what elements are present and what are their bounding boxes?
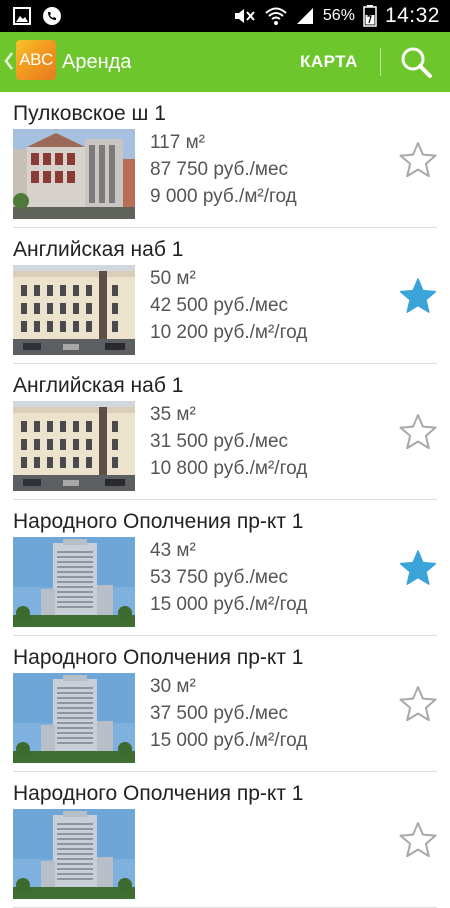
clock: 14:32 xyxy=(384,4,440,27)
star-outline-icon[interactable] xyxy=(398,684,438,724)
star-filled-icon[interactable] xyxy=(398,548,438,588)
star-outline-icon[interactable] xyxy=(398,820,438,860)
action-bar: ABC Аренда КАРТА xyxy=(0,32,450,92)
listing-area: 50 м² xyxy=(150,268,196,289)
listing-price-sqm-year: 10 200 руб./м²/год xyxy=(150,322,308,343)
listing-title: Народного Ополчения пр-кт 1 xyxy=(13,782,304,805)
app-logo[interactable]: ABC xyxy=(16,40,56,80)
gallery-icon xyxy=(13,7,31,25)
battery-icon xyxy=(363,5,377,27)
listing-title: Народного Ополчения пр-кт 1 xyxy=(13,510,304,533)
listing-title: Английская наб 1 xyxy=(13,238,184,261)
mute-icon xyxy=(234,9,255,23)
star-outline-icon[interactable] xyxy=(398,140,438,180)
listing-price-month: 53 750 руб./мес xyxy=(150,567,289,588)
listing-list: Пулковское ш 1 117 м² 87 750 руб./мес 9 000… xyxy=(0,92,450,908)
search-icon[interactable] xyxy=(398,44,434,80)
star-outline-icon[interactable] xyxy=(398,412,438,452)
listing-photo xyxy=(13,809,135,899)
listing-price-month: 31 500 руб./мес xyxy=(150,431,289,452)
listing-price-sqm-year: 15 000 руб./м²/год xyxy=(150,594,308,615)
listing-photo xyxy=(13,537,135,627)
listing-photo xyxy=(13,673,135,763)
listing-photo xyxy=(13,265,135,355)
listing-photo xyxy=(13,129,135,219)
listing-price-sqm-year: 15 000 руб./м²/год xyxy=(150,730,308,751)
listing-area: 117 м² xyxy=(150,132,205,153)
listing-item[interactable]: Народного Ополчения пр-кт 1 xyxy=(0,772,450,908)
listing-item[interactable]: Английская наб 1 35 м² 31 500 руб./мес 10 8… xyxy=(0,364,450,500)
listing-item[interactable]: Английская наб 1 50 м² 42 500 руб./мес 10 2… xyxy=(0,228,450,364)
listing-price-sqm-year: 9 000 руб./м²/год xyxy=(150,186,297,207)
listing-price-month: 37 500 руб./мес xyxy=(150,703,289,724)
signal-icon xyxy=(296,8,313,24)
listing-title: Народного Ополчения пр-кт 1 xyxy=(13,646,304,669)
map-button[interactable]: КАРТА xyxy=(300,32,358,92)
listing-area: 43 м² xyxy=(150,540,196,561)
battery-percent: 56% xyxy=(322,7,355,24)
listing-price-month: 87 750 руб./мес xyxy=(150,159,289,180)
listing-photo xyxy=(13,401,135,491)
listing-area: 30 м² xyxy=(150,676,196,697)
listing-item[interactable]: Народного Ополчения пр-кт 1 43 м² 53 750 р… xyxy=(0,500,450,636)
wifi-icon xyxy=(265,7,287,25)
listing-title: Английская наб 1 xyxy=(13,374,184,397)
listing-title: Пулковское ш 1 xyxy=(13,102,166,125)
status-bar: 56% 14:32 xyxy=(0,0,450,32)
action-divider xyxy=(380,48,381,76)
listing-item[interactable]: Народного Ополчения пр-кт 1 30 м² 37 500 р… xyxy=(0,636,450,772)
listing-price-sqm-year: 10 800 руб./м²/год xyxy=(150,458,308,479)
listing-area: 35 м² xyxy=(150,404,196,425)
listing-item[interactable]: Пулковское ш 1 117 м² 87 750 руб./мес 9 000… xyxy=(0,92,450,228)
page-title: Аренда xyxy=(62,51,132,73)
back-chevron-icon[interactable] xyxy=(3,50,15,72)
listing-price-month: 42 500 руб./мес xyxy=(150,295,289,316)
viber-icon xyxy=(43,7,61,25)
star-filled-icon[interactable] xyxy=(398,276,438,316)
